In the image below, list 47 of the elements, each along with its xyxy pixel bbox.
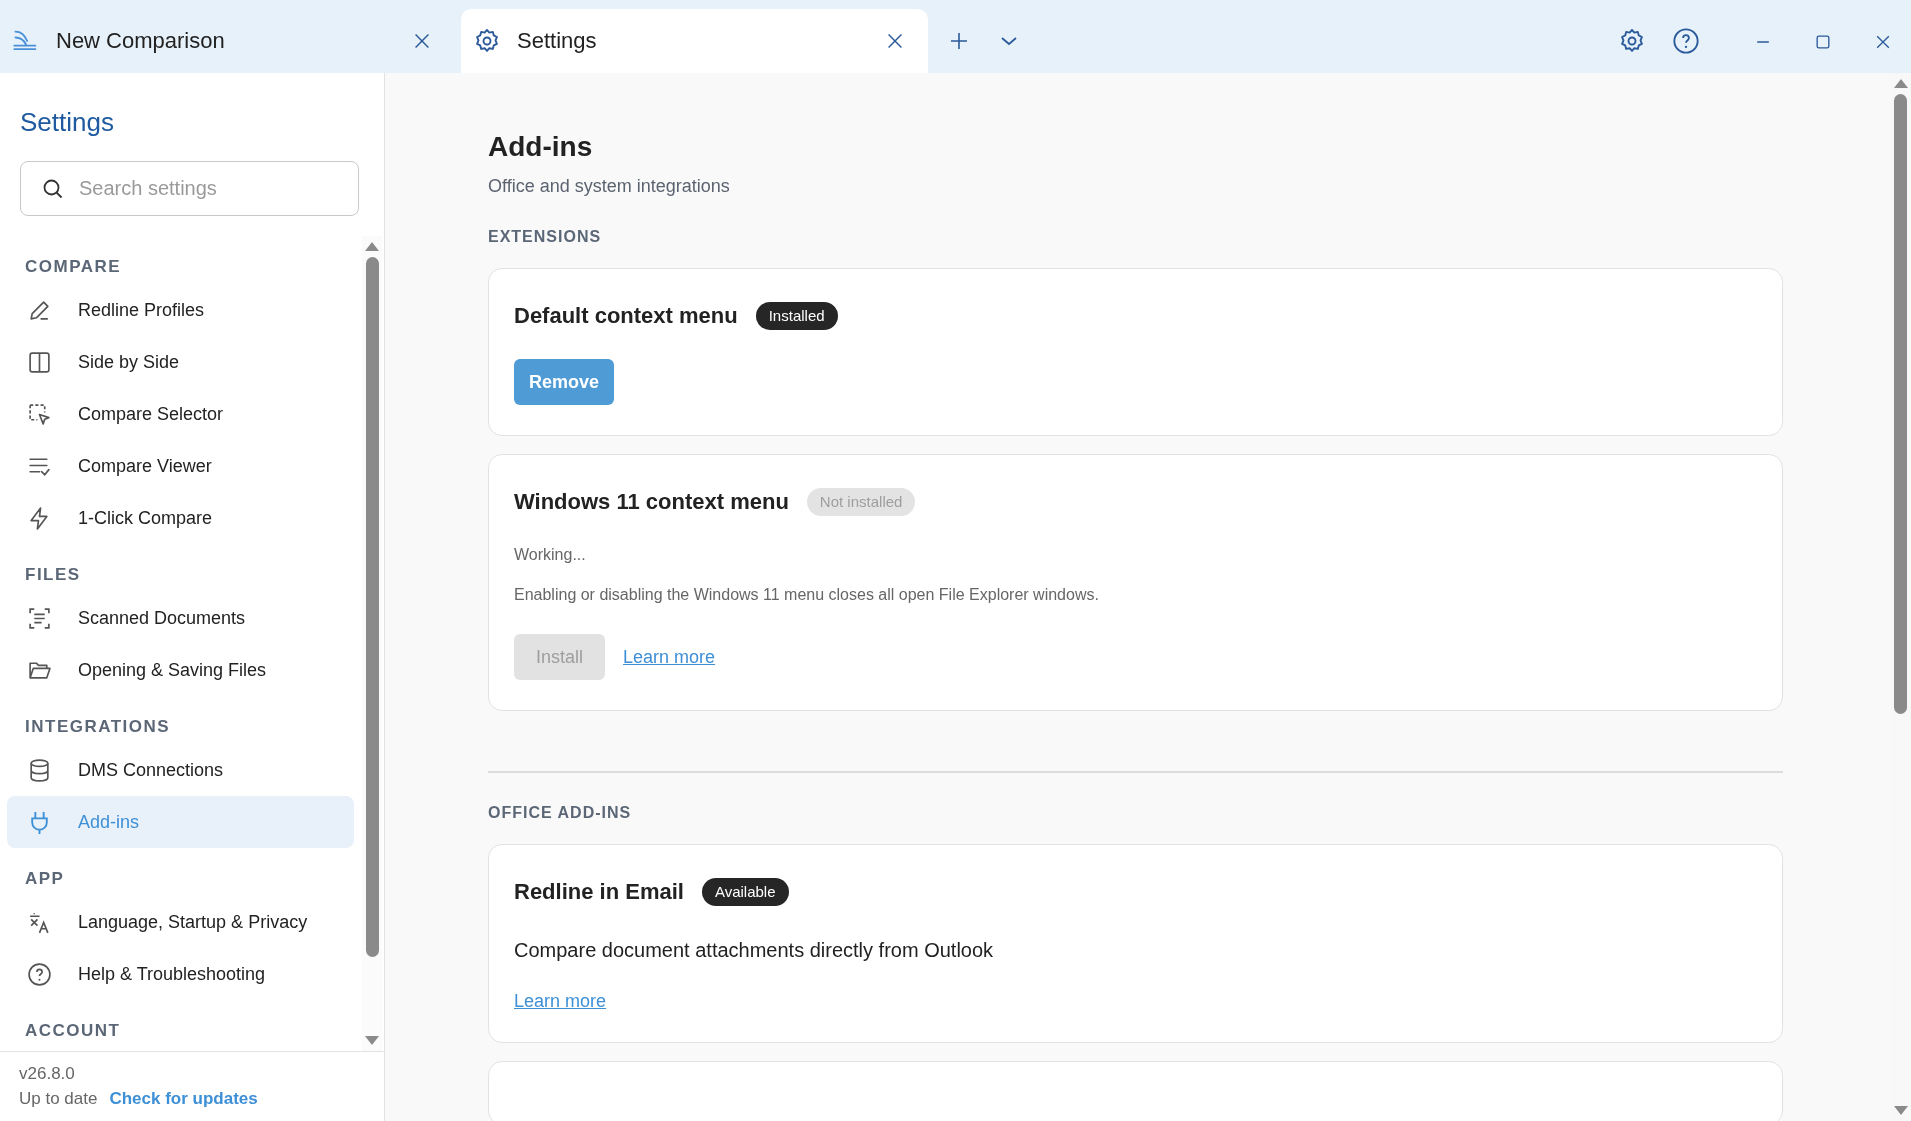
help-icon[interactable]: [1672, 27, 1700, 55]
section-heading: INTEGRATIONS: [24, 716, 172, 738]
tab[interactable]: New Comparison: [0, 9, 455, 73]
sidebar-item[interactable]: Compare Viewer: [7, 440, 354, 492]
learn-more-link[interactable]: Learn more: [623, 646, 716, 668]
sidebar-title: Settings: [20, 107, 115, 137]
card-title: Default context menu: [514, 303, 738, 329]
sidebar-item[interactable]: Help & Troubleshooting: [7, 948, 354, 1000]
update-status: Up to date: [19, 1088, 98, 1110]
page-title: Add-ins: [488, 131, 594, 163]
note-text: Enabling or disabling the Windows 11 menu closes all open File Explorer windows.: [514, 585, 1100, 605]
section-heading: EXTENSIONS: [488, 227, 603, 247]
tab[interactable]: Settings: [461, 9, 928, 73]
help-icon: [27, 961, 52, 987]
database-icon: [27, 757, 52, 783]
search-field[interactable]: Search settings: [20, 161, 359, 216]
status-text: Working...: [514, 545, 587, 565]
learn-more-link[interactable]: Learn more: [514, 990, 607, 1012]
selection-cursor-icon: [27, 401, 52, 427]
sidebar-item[interactable]: Side by Side: [7, 336, 354, 388]
sidebar-item[interactable]: 1-Click Compare: [7, 492, 354, 544]
sidebar-item[interactable]: Compare Selector: [7, 388, 354, 440]
card-title: Windows 11 context menu: [514, 489, 789, 515]
sidebar-item[interactable]: Language, Startup & Privacy: [7, 896, 354, 948]
scrollbar[interactable]: [362, 236, 382, 1051]
section-heading: APP: [24, 868, 66, 890]
sidebar-item[interactable]: Scanned Documents: [7, 592, 354, 644]
scan-icon: [27, 605, 52, 631]
settings-icon: [473, 27, 501, 55]
section-heading: COMPARE: [24, 256, 123, 278]
description-text: Compare document attachments directly from Outlook: [514, 937, 995, 963]
sidebar-item[interactable]: Redline Profiles: [7, 284, 354, 336]
card-title: Redline in Email: [514, 878, 684, 905]
tab-label[interactable]: Settings: [517, 28, 884, 54]
settings-icon[interactable]: [1618, 27, 1646, 55]
version-text: v26.8.0: [19, 1063, 76, 1085]
tab-label[interactable]: New Comparison: [56, 28, 411, 54]
section-heading: ACCOUNT: [24, 1020, 122, 1042]
status-badge: Installed: [755, 302, 838, 330]
sidebar-item[interactable]: DMS Connections: [7, 744, 354, 796]
section-heading: OFFICE ADD-INS: [488, 802, 633, 823]
section-heading: FILES: [24, 564, 82, 586]
status-badge: Not installed: [806, 488, 916, 516]
status-badge: Available: [701, 877, 789, 906]
page-subtitle: Office and system integrations: [488, 175, 731, 197]
sidebar-item[interactable]: Opening & Saving Files: [7, 644, 354, 696]
columns-icon: [27, 349, 52, 375]
